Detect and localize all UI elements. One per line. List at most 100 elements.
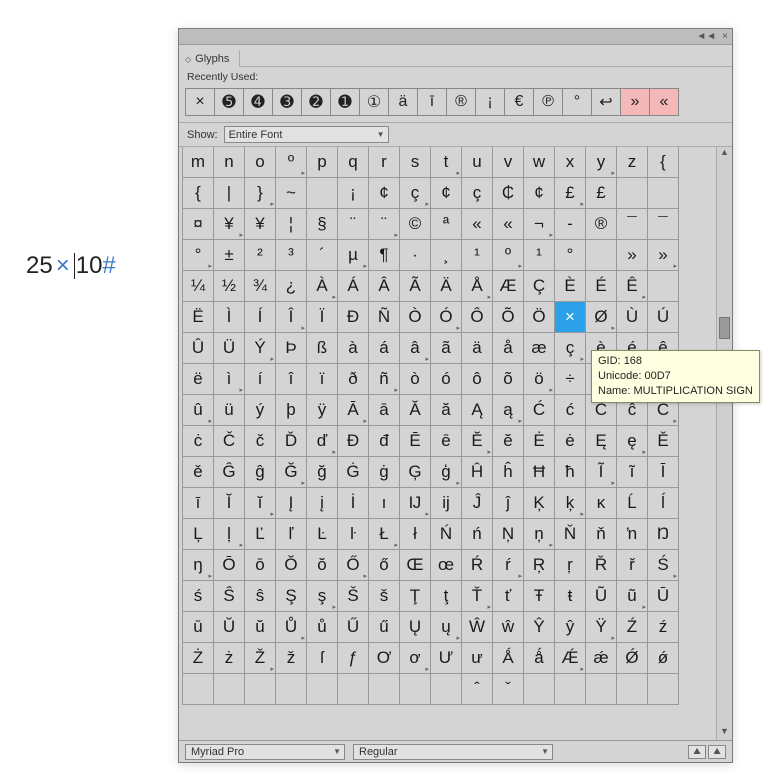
glyph-cell[interactable]: ŝ xyxy=(244,580,276,612)
glyph-cell[interactable]: p xyxy=(306,147,338,178)
glyph-cell[interactable]: ¹ xyxy=(523,239,555,271)
glyph-cell[interactable]: ś xyxy=(182,580,214,612)
glyph-cell[interactable]: ĭ▸ xyxy=(244,487,276,519)
glyph-cell[interactable]: ĕ xyxy=(492,425,524,457)
glyph-cell[interactable]: ư xyxy=(461,642,493,674)
glyph-cell[interactable]: ŗ xyxy=(554,549,586,581)
glyph-cell[interactable]: ď▸ xyxy=(306,425,338,457)
glyph-cell[interactable]: ų▸ xyxy=(430,611,462,643)
glyph-cell[interactable]: Ă xyxy=(399,394,431,426)
glyph-cell[interactable]: ¾ xyxy=(244,270,276,302)
glyph-cell[interactable]: © xyxy=(399,208,431,240)
glyph-cell[interactable]: ň xyxy=(585,518,617,550)
glyph-cell[interactable]: Ï xyxy=(306,301,338,333)
glyph-cell[interactable]: Ä xyxy=(430,270,462,302)
glyph-cell[interactable]: ŉ xyxy=(616,518,648,550)
glyph-cell[interactable]: û▸ xyxy=(182,394,214,426)
glyph-cell[interactable]: Ł▸ xyxy=(368,518,400,550)
glyph-cell[interactable]: Ď xyxy=(275,425,307,457)
glyph-cell[interactable]: ĩ xyxy=(616,456,648,488)
glyph-cell[interactable]: ß xyxy=(306,332,338,364)
glyph-cell[interactable]: Ľ xyxy=(244,518,276,550)
glyph-cell[interactable]: ¤ xyxy=(182,208,214,240)
recent-glyph[interactable]: » xyxy=(620,88,650,116)
glyph-cell[interactable]: ņ▸ xyxy=(523,518,555,550)
glyph-cell[interactable]: ğ xyxy=(306,456,338,488)
glyph-cell[interactable]: ö▸ xyxy=(523,363,555,395)
glyph-cell[interactable]: ŏ xyxy=(306,549,338,581)
glyph-cell[interactable]: ķ▸ xyxy=(554,487,586,519)
glyph-cell[interactable]: ¯ xyxy=(616,208,648,240)
glyph-cell[interactable]: Ĭ xyxy=(213,487,245,519)
tab-menu-icon[interactable]: ◇ xyxy=(185,55,191,64)
glyph-cell[interactable]: º▸ xyxy=(275,147,307,178)
glyph-cell[interactable]: Ŏ xyxy=(275,549,307,581)
glyph-cell[interactable]: ü xyxy=(213,394,245,426)
glyph-cell[interactable]: Ĩ▸ xyxy=(585,456,617,488)
glyph-cell[interactable]: ÷ xyxy=(554,363,586,395)
glyph-cell[interactable]: n xyxy=(213,147,245,178)
glyph-cell[interactable]: ł xyxy=(399,518,431,550)
glyph-cell[interactable]: đ xyxy=(368,425,400,457)
glyph-cell[interactable]: ţ xyxy=(430,580,462,612)
glyph-cell[interactable]: ₵ xyxy=(492,177,524,209)
glyph-cell[interactable]: ŀ xyxy=(337,518,369,550)
glyph-cell[interactable]: Ķ xyxy=(523,487,555,519)
glyph-cell[interactable]: ¨ xyxy=(337,208,369,240)
glyph-cell[interactable]: ° xyxy=(554,239,586,271)
glyph-cell[interactable]: ľ xyxy=(275,518,307,550)
glyph-cell[interactable]: À▸ xyxy=(306,270,338,302)
glyph-cell[interactable]: ǿ xyxy=(647,642,679,674)
glyph-cell[interactable] xyxy=(647,270,679,302)
glyph-cell[interactable]: Ĳ▸ xyxy=(399,487,431,519)
glyph-cell[interactable]: ī xyxy=(182,487,214,519)
glyph-cell[interactable]: Ǻ xyxy=(492,642,524,674)
glyph-cell[interactable]: ũ▸ xyxy=(616,580,648,612)
glyph-cell[interactable]: | xyxy=(213,177,245,209)
glyph-cell[interactable]: ħ xyxy=(554,456,586,488)
glyph-cell[interactable]: Ŷ xyxy=(523,611,555,643)
glyph-cell[interactable]: ģ▸ xyxy=(430,456,462,488)
glyph-cell[interactable]: ů xyxy=(306,611,338,643)
glyph-cell[interactable]: ç▸ xyxy=(554,332,586,364)
glyph-cell[interactable]: º▸ xyxy=(492,239,524,271)
glyph-cell[interactable]: s xyxy=(399,147,431,178)
glyph-cell[interactable]: Í xyxy=(244,301,276,333)
glyph-cell[interactable]: ż xyxy=(213,642,245,674)
glyph-cell[interactable]: Ę xyxy=(585,425,617,457)
glyph-cell[interactable]: µ▸ xyxy=(337,239,369,271)
glyph-cell[interactable]: Ţ xyxy=(399,580,431,612)
glyph-cell[interactable]: ť xyxy=(492,580,524,612)
glyph-cell[interactable]: ǻ xyxy=(523,642,555,674)
glyphs-tab[interactable]: ◇ Glyphs xyxy=(179,50,240,67)
glyph-cell[interactable]: î xyxy=(275,363,307,395)
glyph-cell[interactable]: Ŋ xyxy=(647,518,679,550)
recent-glyph[interactable]: × xyxy=(185,88,215,116)
glyph-cell[interactable]: « xyxy=(461,208,493,240)
glyph-cell[interactable] xyxy=(213,673,245,705)
glyph-cell[interactable]: » xyxy=(616,239,648,271)
recent-glyph[interactable]: ¡ xyxy=(475,88,505,116)
glyph-cell[interactable] xyxy=(585,239,617,271)
glyph-cell[interactable]: ū xyxy=(182,611,214,643)
glyph-cell[interactable]: ź xyxy=(647,611,679,643)
glyph-cell[interactable]: »▸ xyxy=(647,239,679,271)
glyph-cell[interactable]: r xyxy=(368,147,400,178)
glyph-cell[interactable]: ¡ xyxy=(337,177,369,209)
glyph-cell[interactable]: ¢ xyxy=(430,177,462,209)
glyph-cell[interactable]: }▸ xyxy=(244,177,276,209)
glyph-cell[interactable] xyxy=(306,673,338,705)
glyph-cell[interactable]: ĳ xyxy=(430,487,462,519)
glyph-cell[interactable]: Ŕ xyxy=(461,549,493,581)
close-icon[interactable]: × xyxy=(722,31,728,42)
glyph-cell[interactable]: Ě xyxy=(647,425,679,457)
glyph-cell[interactable]: ā xyxy=(368,394,400,426)
glyph-cell[interactable]: ¹ xyxy=(461,239,493,271)
glyph-cell[interactable]: ű xyxy=(368,611,400,643)
glyph-cell[interactable]: þ xyxy=(275,394,307,426)
glyph-cell[interactable]: Â xyxy=(368,270,400,302)
glyph-cell[interactable]: ª xyxy=(430,208,462,240)
glyph-cell[interactable]: ´ xyxy=(306,239,338,271)
glyph-cell[interactable]: Ż xyxy=(182,642,214,674)
glyph-cell[interactable] xyxy=(399,673,431,705)
